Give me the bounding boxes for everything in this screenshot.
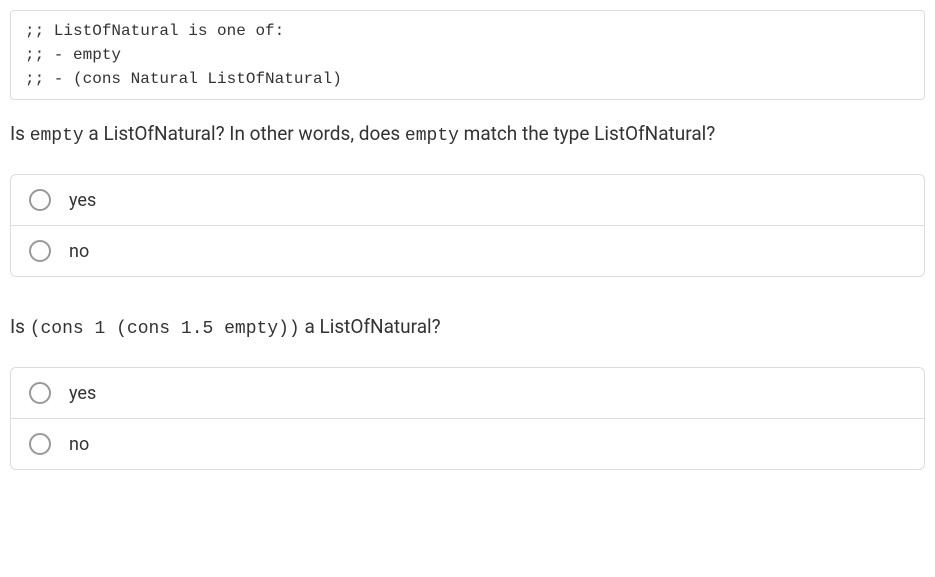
- question-2-mid: a ListOfNatural?: [300, 315, 441, 338]
- question-1-code2: empty: [405, 126, 459, 146]
- option-label: no: [69, 241, 89, 262]
- radio-icon: [29, 433, 51, 455]
- question-1-option-yes[interactable]: yes: [10, 174, 925, 226]
- radio-icon: [29, 240, 51, 262]
- question-1-option-no[interactable]: no: [10, 226, 925, 277]
- question-2-option-no[interactable]: no: [10, 419, 925, 470]
- radio-icon: [29, 382, 51, 404]
- option-label: yes: [69, 383, 96, 404]
- question-1-options: yes no: [10, 174, 925, 277]
- question-2-options: yes no: [10, 367, 925, 470]
- question-1-prefix: Is: [10, 122, 30, 145]
- question-2-prefix: Is: [10, 315, 30, 338]
- question-1-suffix: match the type ListOfNatural?: [459, 122, 715, 145]
- question-1-mid: a ListOfNatural? In other words, does: [84, 122, 405, 145]
- option-label: no: [69, 434, 89, 455]
- question-2-text: Is (cons 1 (cons 1.5 empty)) a ListOfNat…: [10, 313, 925, 343]
- question-2-code1: (cons 1 (cons 1.5 empty)): [30, 319, 300, 339]
- question-1-code1: empty: [30, 126, 84, 146]
- question-2-option-yes[interactable]: yes: [10, 367, 925, 419]
- option-label: yes: [69, 190, 96, 211]
- code-definition-block: ;; ListOfNatural is one of: ;; - empty ;…: [10, 10, 925, 100]
- radio-icon: [29, 189, 51, 211]
- question-1-text: Is empty a ListOfNatural? In other words…: [10, 120, 925, 150]
